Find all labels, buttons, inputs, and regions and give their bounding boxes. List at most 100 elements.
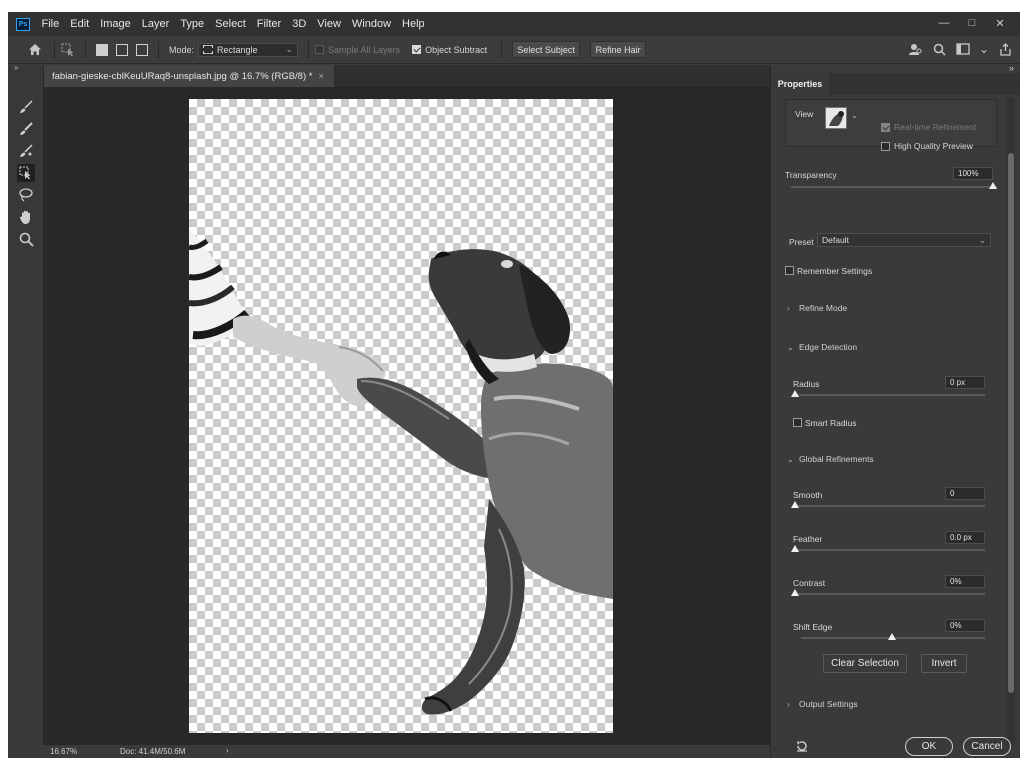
feather-slider-track[interactable] (795, 549, 985, 551)
ok-button[interactable]: OK (905, 737, 953, 756)
shift-edge-input[interactable]: 0% (945, 619, 985, 632)
photoshop-logo-icon[interactable]: Ps (16, 17, 30, 31)
chevron-down-icon: ⌄ (787, 342, 794, 352)
lasso-tool-icon[interactable] (17, 186, 35, 204)
status-menu-arrow-icon[interactable]: › (226, 746, 229, 755)
chevron-right-icon: › (787, 699, 790, 709)
maximize-button[interactable]: □ (962, 15, 982, 31)
refine-mode-section[interactable]: › Refine Mode (787, 303, 847, 313)
invert-button[interactable]: Invert (921, 654, 967, 673)
remember-settings-checkbox[interactable] (785, 266, 794, 275)
radius-input[interactable]: 0 px (945, 376, 985, 389)
new-selection-mode-button[interactable] (96, 43, 108, 56)
transparency-label: Transparency (785, 170, 837, 180)
object-selection-tool-preset-icon[interactable] (61, 43, 75, 57)
global-refinements-label: Global Refinements (799, 454, 874, 464)
learn-user-icon[interactable] (908, 42, 922, 56)
options-bar: Mode: Rectangle ⌄ Sample All Layers Obje… (8, 36, 1020, 64)
view-label: View (795, 109, 814, 119)
expand-tools-icon[interactable]: » (14, 63, 18, 72)
cancel-button[interactable]: Cancel (963, 737, 1011, 756)
output-settings-section[interactable]: › Output Settings (787, 699, 858, 709)
feather-input[interactable]: 0.0 px (945, 531, 985, 544)
workspace-icon[interactable] (956, 42, 970, 56)
menu-help[interactable]: Help (397, 18, 431, 30)
collapse-panel-icon[interactable]: » (1009, 63, 1014, 73)
add-to-selection-mode-button[interactable] (116, 43, 128, 56)
brush-tool-icon[interactable] (17, 120, 35, 138)
search-icon[interactable] (932, 42, 946, 56)
tools-panel: » (8, 63, 44, 745)
menu-file[interactable]: File (36, 18, 65, 30)
share-icon[interactable] (998, 42, 1012, 56)
smart-radius-checkbox[interactable] (793, 418, 802, 427)
object-selection-tool-icon[interactable] (17, 164, 35, 182)
high-quality-preview-checkbox[interactable] (881, 142, 890, 151)
document-tab-title: fabian-gieske-cblKeuURaq8-unsplash.jpg @… (52, 70, 313, 82)
transparency-slider-track[interactable] (791, 186, 997, 188)
radius-slider-thumb[interactable] (791, 390, 799, 397)
object-subtract-checkbox[interactable] (412, 45, 422, 54)
zoom-level[interactable]: 16.67% (50, 747, 77, 756)
document-image[interactable] (189, 99, 613, 733)
close-tab-icon[interactable]: × (318, 71, 324, 82)
workspace-chevron-icon[interactable]: ⌄ (979, 42, 989, 56)
feather-slider-thumb[interactable] (791, 545, 799, 552)
contrast-input[interactable]: 0% (945, 575, 985, 588)
contrast-slider-track[interactable] (795, 593, 985, 595)
reset-icon[interactable] (795, 739, 809, 753)
zoom-tool-icon[interactable] (17, 230, 35, 248)
panel-scrollbar[interactable] (1007, 97, 1015, 745)
mode-label: Mode: (169, 44, 195, 55)
mixer-brush-icon[interactable] (17, 142, 35, 160)
clear-selection-button[interactable]: Clear Selection (823, 654, 907, 673)
canvas-area[interactable] (44, 87, 770, 745)
mode-dropdown[interactable]: Rectangle ⌄ (198, 42, 299, 57)
document-tab[interactable]: fabian-gieske-cblKeuURaq8-unsplash.jpg @… (44, 65, 334, 87)
panel-tab-bar: Properties (771, 73, 1020, 95)
transparency-input[interactable]: 100% (953, 167, 993, 180)
global-refinements-section[interactable]: ⌄ Global Refinements (787, 454, 874, 464)
close-window-button[interactable]: ✕ (990, 15, 1010, 31)
transparency-slider-thumb[interactable] (989, 182, 997, 189)
subtract-from-selection-mode-button[interactable] (136, 43, 148, 56)
select-subject-button[interactable]: Select Subject (512, 41, 581, 58)
edge-detection-label: Edge Detection (799, 342, 858, 352)
menu-bar: Ps File Edit Image Layer Type Select Fil… (8, 12, 1020, 36)
separator (54, 40, 55, 59)
hand-tool-icon[interactable] (17, 208, 35, 226)
preset-chevron-down-icon: ⌄ (978, 234, 986, 245)
refine-edge-brush-icon[interactable] (17, 98, 35, 116)
menu-3d[interactable]: 3D (287, 18, 312, 30)
menu-layer[interactable]: Layer (136, 18, 175, 30)
panel-scrollbar-thumb[interactable] (1008, 153, 1014, 693)
real-time-refinement-checkbox[interactable] (881, 123, 890, 132)
chevron-down-icon: ⌄ (285, 44, 294, 54)
menu-edit[interactable]: Edit (65, 18, 95, 30)
view-chevron-down-icon[interactable]: ⌄ (851, 111, 858, 120)
contrast-slider-thumb[interactable] (791, 589, 799, 596)
menu-image[interactable]: Image (95, 18, 137, 30)
high-quality-preview-label: High Quality Preview (894, 141, 973, 151)
menu-window[interactable]: Window (346, 18, 396, 30)
menu-filter[interactable]: Filter (251, 18, 286, 30)
preset-value: Default (822, 235, 849, 245)
radius-slider-track[interactable] (795, 394, 985, 396)
feather-label: Feather (793, 534, 823, 544)
smooth-slider-track[interactable] (795, 505, 985, 507)
preset-dropdown[interactable]: Default ⌄ (817, 233, 991, 247)
minimize-button[interactable]: — (934, 15, 954, 31)
refine-hair-button[interactable]: Refine Hair (590, 41, 647, 58)
smooth-input[interactable]: 0 (945, 487, 985, 500)
menu-view[interactable]: View (312, 18, 347, 30)
sample-all-layers-checkbox[interactable] (315, 45, 325, 54)
tab-properties[interactable]: Properties (771, 73, 829, 95)
contrast-label: Contrast (793, 578, 826, 588)
shift-edge-slider-thumb[interactable] (888, 633, 896, 640)
menu-select[interactable]: Select (210, 18, 252, 30)
home-icon[interactable] (28, 43, 42, 57)
menu-type[interactable]: Type (175, 18, 210, 30)
view-mode-thumbnail[interactable] (825, 107, 847, 129)
smooth-slider-thumb[interactable] (791, 501, 799, 508)
edge-detection-section[interactable]: ⌄ Edge Detection (787, 342, 857, 352)
